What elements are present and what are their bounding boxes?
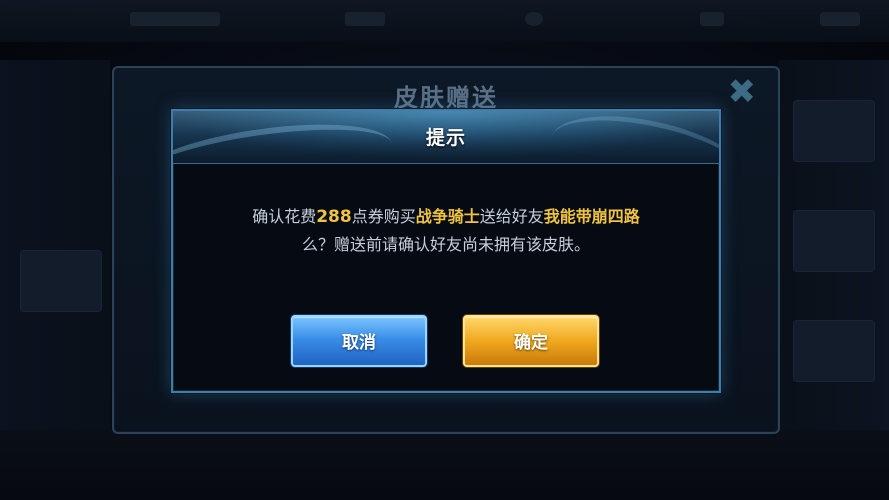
cancel-button[interactable]: 取消 — [291, 315, 427, 367]
background-card — [793, 100, 875, 162]
dialog-message: 确认花费288点券购买战争骑士送给好友我能带崩四路 么？赠送前请确认好友尚未拥有… — [173, 203, 719, 258]
background-left-panel — [0, 60, 110, 460]
message-text: 点券购买 — [351, 207, 416, 226]
background-bottom-bar — [0, 430, 889, 500]
dialog-header: 提示 — [173, 111, 719, 164]
message-text: 送给好友 — [479, 207, 544, 226]
message-line-2: 么？赠送前请确认好友尚未拥有该皮肤。 — [301, 235, 590, 254]
dialog-title: 提示 — [425, 127, 466, 149]
message-line-1: 确认花费288点券购买战争骑士送给好友我能带崩四路 — [173, 203, 719, 231]
background-top-bar — [0, 0, 889, 42]
confirm-button[interactable]: 确定 — [463, 315, 599, 367]
close-icon[interactable]: ✖ — [728, 72, 757, 112]
price-value: 288 — [316, 207, 352, 227]
background-blur-shape — [525, 12, 543, 26]
friend-name: 我能带崩四路 — [543, 207, 640, 226]
background-blur-shape — [345, 12, 385, 26]
skin-name: 战争骑士 — [415, 207, 480, 226]
background-blur-shape — [820, 12, 860, 26]
background-card — [793, 320, 875, 382]
background-blur-shape — [130, 12, 220, 26]
background-right-panel — [779, 60, 889, 460]
confirm-dialog: 提示 确认花费288点券购买战争骑士送给好友我能带崩四路 么？赠送前请确认好友尚… — [171, 109, 721, 393]
skin-gift-panel-title: 皮肤赠送 — [394, 84, 498, 112]
background-card — [20, 250, 102, 312]
background-card — [793, 210, 875, 272]
message-text: 确认花费 — [252, 207, 317, 226]
background-blur-shape — [700, 12, 724, 26]
